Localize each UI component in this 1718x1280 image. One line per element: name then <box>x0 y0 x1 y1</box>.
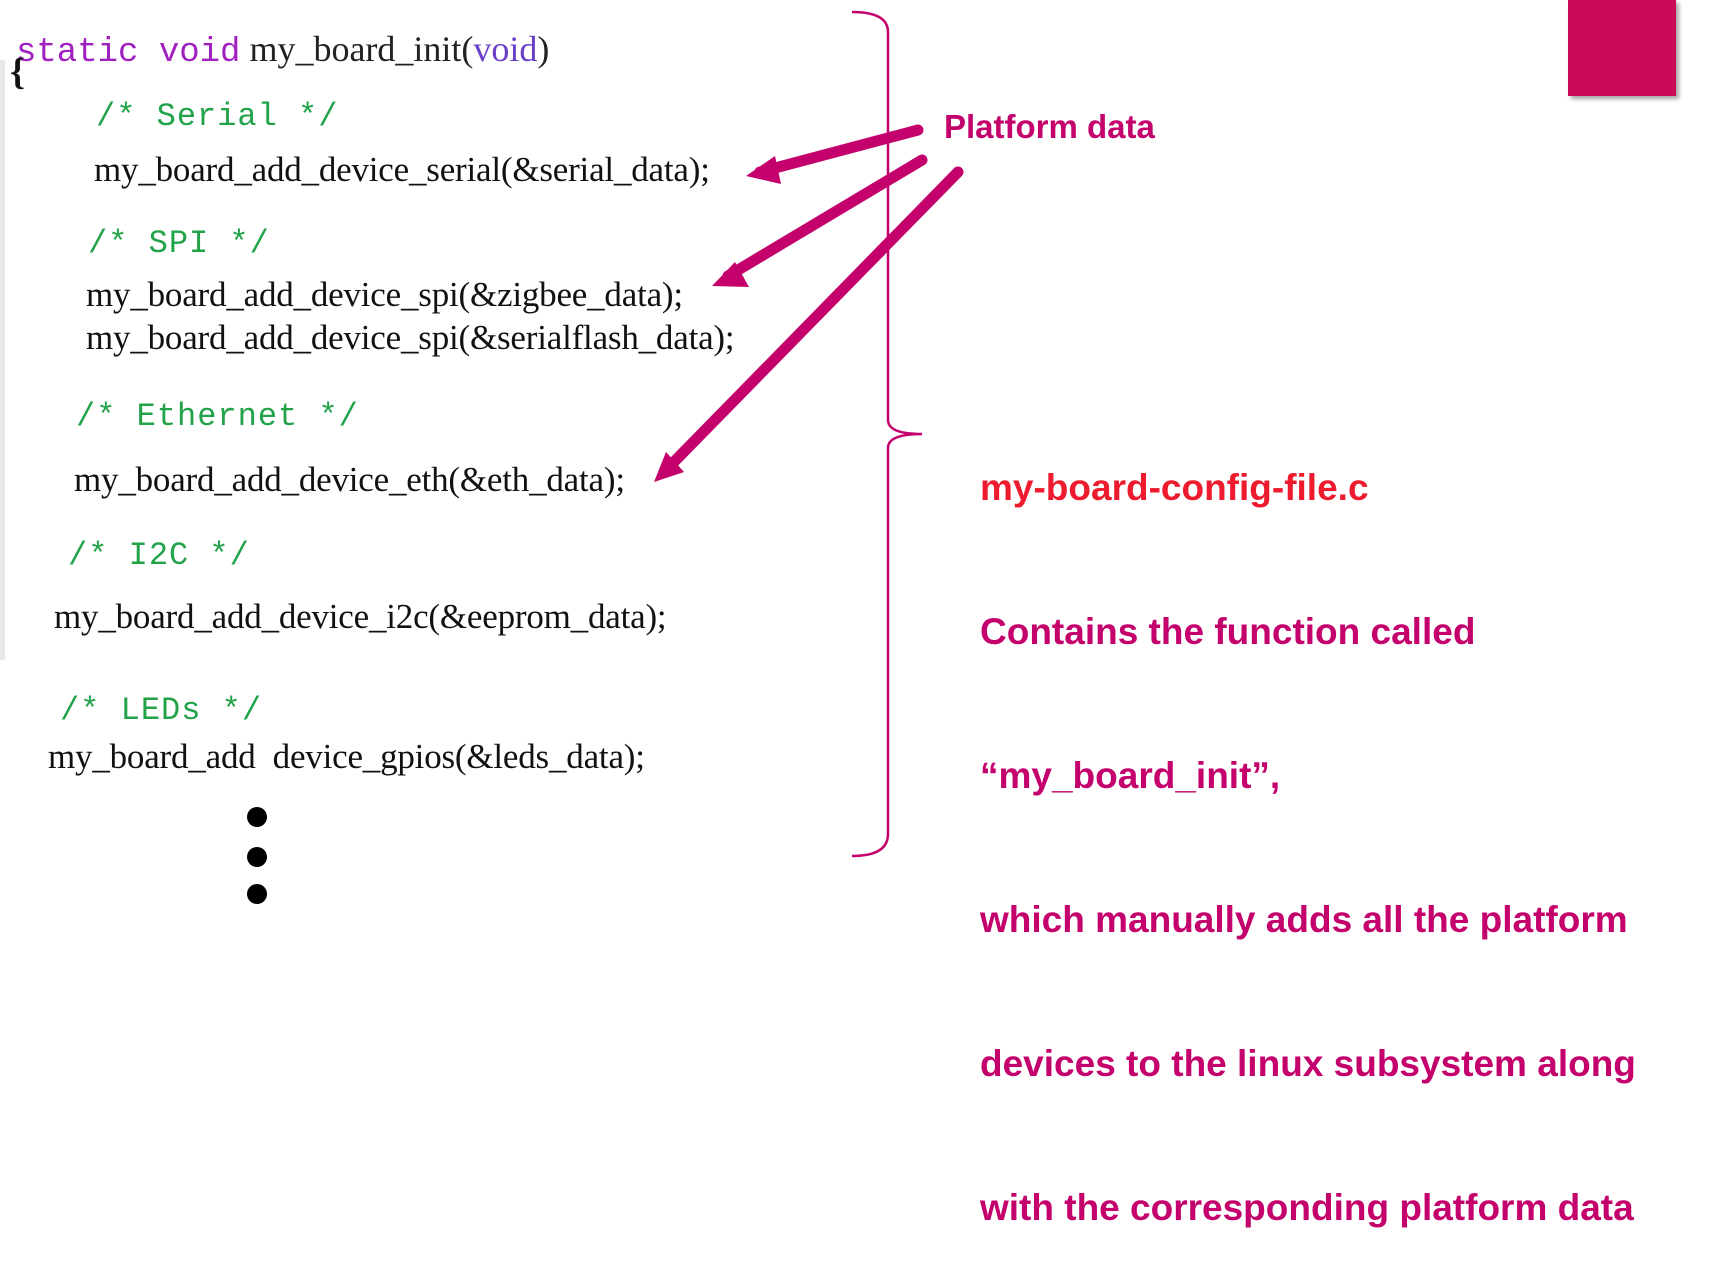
description-line: Contains the function called <box>980 611 1476 652</box>
annotation-block: my-board-config-file.c Contains the func… <box>980 368 1636 1280</box>
corner-accent-block <box>1568 0 1676 96</box>
description-line: with the corresponding platform data <box>980 1187 1634 1228</box>
arrowhead-serial <box>746 156 781 184</box>
description-line: which manually adds all the platform <box>980 899 1628 940</box>
arrow-to-eth <box>662 166 964 474</box>
file-name: my-board-config-file.c <box>980 467 1369 508</box>
arrow-to-serial <box>754 124 924 178</box>
platform-data-label: Platform data <box>944 108 1155 145</box>
description-line: “my_board_init”, <box>980 755 1281 796</box>
description-line: devices to the linux subsystem along <box>980 1043 1636 1084</box>
